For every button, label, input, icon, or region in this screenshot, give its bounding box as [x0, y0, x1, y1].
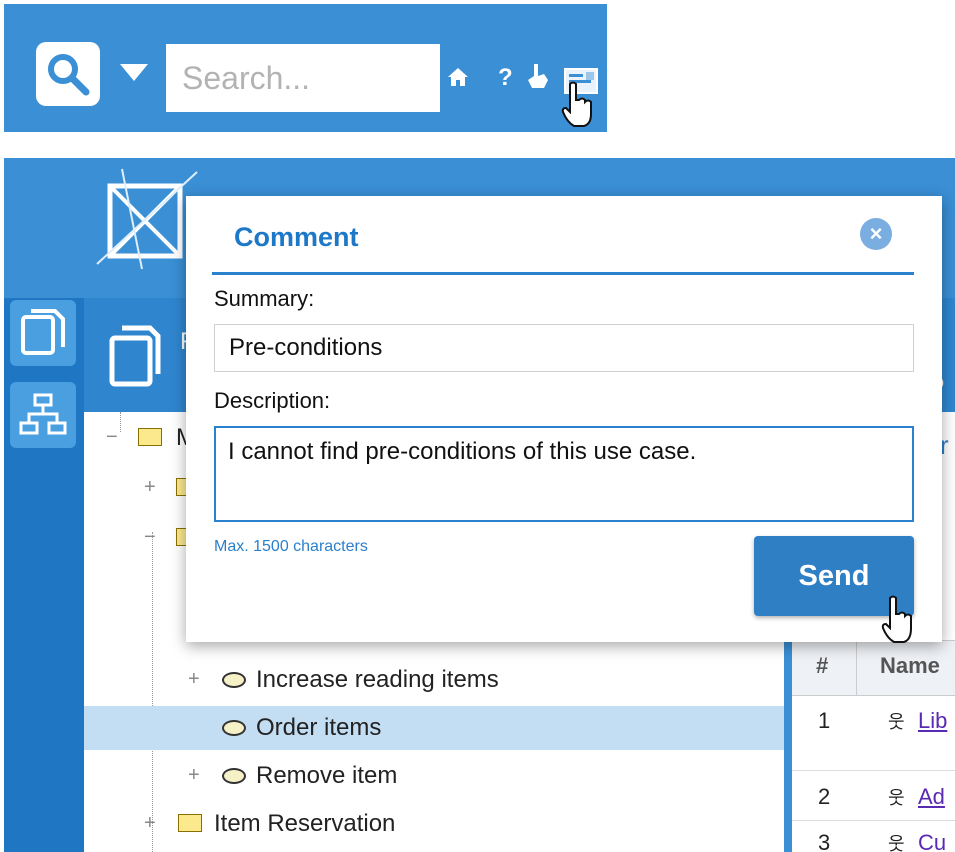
actor-icon: 웃: [888, 834, 905, 852]
document-icon: [21, 309, 65, 355]
table-row[interactable]: 1 웃 Lib: [792, 694, 955, 771]
comment-dialog: Comment × Summary: Description: I cannot…: [186, 196, 942, 643]
hand-cursor-icon: [881, 595, 912, 643]
tree-item[interactable]: + Increase reading items: [84, 658, 784, 702]
row-number: 1: [818, 708, 831, 733]
tree-item[interactable]: + Item Reservation: [84, 802, 784, 846]
tree-item[interactable]: + Remove item: [84, 754, 784, 798]
table-row[interactable]: 3 웃 Cu: [792, 820, 955, 852]
summary-input[interactable]: [214, 324, 914, 372]
tips-icon[interactable]: [526, 62, 550, 95]
summary-label: Summary:: [214, 286, 315, 311]
title-divider: [212, 272, 914, 275]
description-label: Description:: [214, 388, 331, 413]
description-textarea[interactable]: I cannot find pre-conditions of this use…: [214, 426, 914, 522]
package-icon: [178, 814, 202, 832]
grid-header: # Name: [792, 640, 955, 696]
search-icon: [48, 54, 90, 96]
table-row[interactable]: 2 웃 Ad: [792, 770, 955, 821]
package-icon: [138, 428, 162, 446]
row-number: 3: [818, 830, 831, 852]
left-rail: [4, 298, 84, 852]
document-icon: [109, 325, 161, 387]
max-characters-note: Max. 1500 characters: [214, 538, 368, 555]
row-name-link[interactable]: Cu: [918, 830, 946, 852]
search-input[interactable]: [166, 44, 440, 112]
rail-button-diagram[interactable]: [10, 382, 76, 448]
column-header-number: #: [816, 653, 829, 678]
search-scope-dropdown-icon[interactable]: [120, 64, 148, 81]
help-icon[interactable]: ?: [498, 64, 513, 92]
hand-cursor-icon: [561, 81, 592, 127]
use-case-icon: [222, 672, 246, 688]
search-button[interactable]: [36, 42, 100, 106]
rail-button-documents[interactable]: [10, 300, 76, 366]
column-header-name: Name: [880, 653, 940, 678]
home-icon[interactable]: [447, 66, 469, 93]
search-toolbar: ?: [4, 4, 607, 132]
hierarchy-icon: [19, 393, 67, 435]
collapse-icon[interactable]: −: [144, 526, 156, 549]
use-case-icon: [222, 720, 246, 736]
actor-icon: 웃: [888, 788, 905, 808]
row-name-link[interactable]: Lib: [918, 708, 947, 734]
dialog-title: Comment: [234, 222, 359, 252]
close-icon[interactable]: ×: [860, 218, 892, 250]
expand-icon[interactable]: +: [188, 668, 200, 691]
collapse-icon[interactable]: −: [106, 426, 118, 449]
actor-icon: 웃: [888, 712, 905, 732]
expand-icon[interactable]: +: [188, 764, 200, 787]
row-number: 2: [818, 784, 831, 809]
expand-icon[interactable]: +: [144, 476, 156, 499]
expand-icon[interactable]: +: [144, 812, 156, 835]
use-case-icon: [222, 768, 246, 784]
tree-item-selected[interactable]: Order items: [84, 706, 784, 750]
row-name-link[interactable]: Ad: [918, 784, 945, 810]
